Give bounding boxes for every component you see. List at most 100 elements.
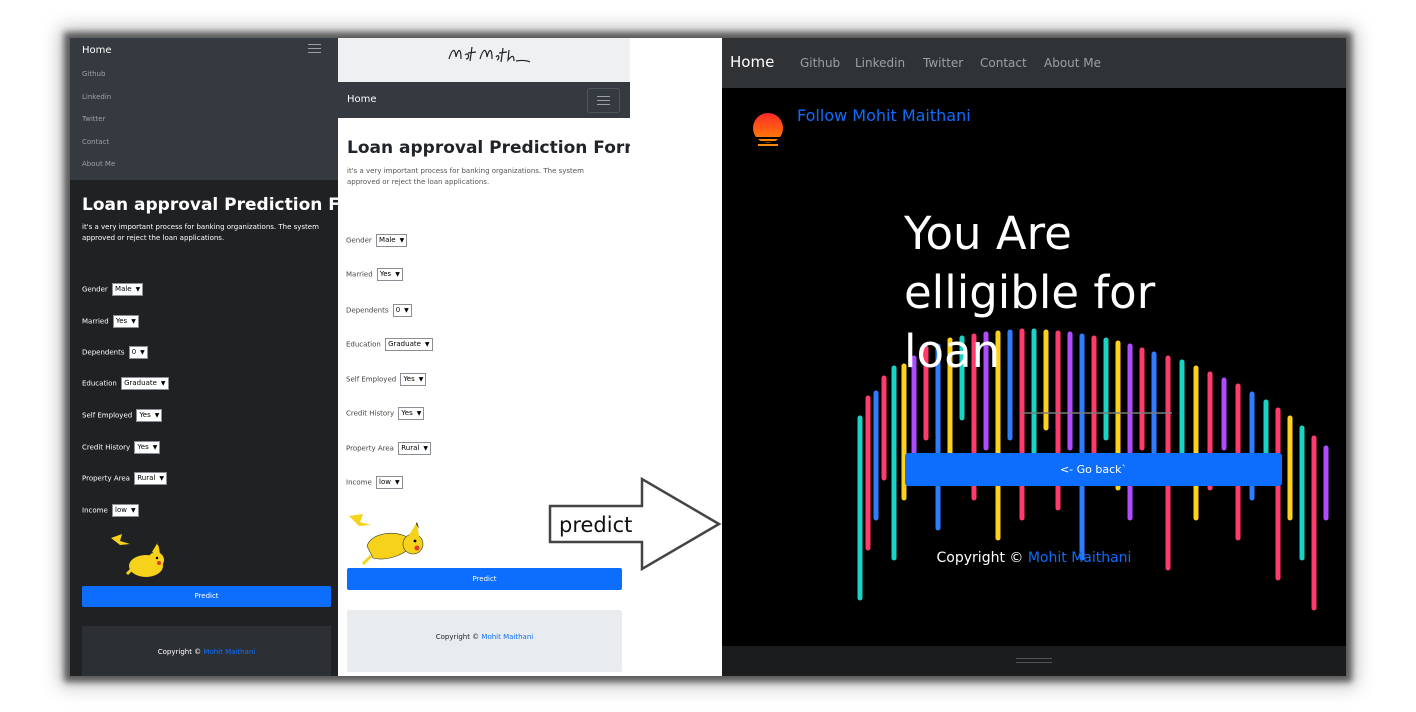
nav-home-link[interactable]: Home: [730, 53, 774, 71]
result-line-3: loan: [904, 325, 1001, 378]
chevron-down-icon: ▼: [423, 445, 428, 452]
signature-logo: [448, 46, 531, 63]
education-label: Education: [82, 379, 117, 388]
dependents-label: Dependents: [346, 306, 389, 315]
income-field: Income low ▼: [82, 504, 139, 517]
predict-arrow: predict: [548, 476, 722, 572]
nav-home-link[interactable]: Home: [82, 45, 112, 56]
chevron-down-icon: ▼: [140, 349, 145, 356]
property-area-label: Property Area: [346, 444, 394, 453]
income-select[interactable]: low ▼: [376, 476, 403, 489]
nav-item-twitter[interactable]: Twitter: [923, 56, 963, 70]
income-label: Income: [82, 506, 108, 515]
married-select[interactable]: Yes ▼: [376, 268, 403, 281]
nav-item-github[interactable]: Github: [800, 56, 840, 70]
income-select[interactable]: low ▼: [112, 504, 139, 517]
dependents-field: Dependents 0 ▼: [82, 346, 148, 359]
married-select[interactable]: Yes ▼: [112, 315, 139, 328]
drag-handle-icon: [1016, 658, 1052, 659]
form-title: Loan approval Prediction Form: [82, 195, 377, 215]
dependents-select[interactable]: 0 ▼: [128, 346, 148, 359]
self-employed-label: Self Employed: [346, 375, 397, 384]
follow-link[interactable]: Follow Mohit Maithani: [797, 106, 971, 125]
copyright-text: Copyright © Mohit Maithani: [936, 550, 1132, 566]
nav-item-contact[interactable]: Contact: [980, 56, 1027, 70]
nav-home-link[interactable]: Home: [347, 94, 377, 105]
navbar-collapsed: Home: [338, 82, 630, 118]
chevron-down-icon: ▼: [130, 507, 136, 514]
property-area-select[interactable]: Rural ▼: [398, 442, 431, 455]
chevron-down-icon: ▼: [394, 479, 400, 486]
go-back-button[interactable]: <- Go back`: [905, 453, 1282, 486]
chevron-down-icon: ▼: [418, 376, 424, 383]
dependents-select[interactable]: 0 ▼: [392, 304, 412, 317]
footer: Copyright © Mohit Maithani: [82, 626, 331, 676]
chevron-down-icon: ▼: [152, 444, 158, 451]
gender-label: Gender: [346, 236, 372, 245]
self-employed-select[interactable]: Yes ▼: [400, 373, 427, 386]
property-area-field: Property Area Rural ▼: [346, 442, 431, 455]
gender-label: Gender: [82, 285, 108, 294]
nav-item-github[interactable]: Github: [82, 70, 105, 78]
copyright-text: Copyright © Mohit Maithani: [157, 648, 256, 656]
credit-history-label: Credit History: [82, 443, 131, 452]
married-label: Married: [82, 317, 109, 326]
credit-history-label: Credit History: [346, 409, 395, 418]
result-panel: Home Github Linkedin Twitter Contact Abo…: [722, 38, 1346, 676]
chevron-down-icon: ▼: [395, 271, 400, 278]
navbar-expanded: Home Github Linkedin Twitter Contact Abo…: [70, 38, 338, 180]
self-employed-label: Self Employed: [82, 411, 133, 420]
signature-header: [338, 38, 630, 82]
hamburger-icon[interactable]: [308, 44, 321, 54]
married-field: Married Yes ▼: [346, 268, 403, 281]
footer: Copyright © Mohit Maithani: [347, 610, 622, 672]
predict-button[interactable]: Predict: [82, 586, 331, 607]
self-employed-field: Self Employed Yes ▼: [82, 409, 163, 422]
married-label: Married: [346, 270, 373, 279]
chevron-down-icon: ▼: [159, 475, 164, 482]
self-employed-select[interactable]: Yes ▼: [136, 409, 163, 422]
education-label: Education: [346, 340, 381, 349]
chevron-down-icon: ▼: [424, 341, 430, 348]
bottom-bar: [722, 646, 1346, 676]
hamburger-icon[interactable]: [587, 88, 620, 113]
married-field: Married Yes ▼: [82, 315, 139, 328]
dark-form-panel: Home Github Linkedin Twitter Contact Abo…: [70, 38, 377, 676]
chevron-down-icon: ▼: [135, 286, 141, 293]
arrow-label: predict: [559, 513, 632, 537]
form-title: Loan approval Prediction Form: [347, 138, 642, 158]
nav-item-about-me[interactable]: About Me: [1044, 56, 1101, 70]
pikachu-image: [111, 534, 164, 577]
credit-history-field: Credit History Yes ▼: [346, 407, 425, 420]
pikachu-image: [349, 514, 424, 566]
screenshot-collage: Home Github Linkedin Twitter Contact Abo…: [70, 38, 1346, 676]
property-area-select[interactable]: Rural ▼: [134, 472, 167, 485]
credit-history-select[interactable]: Yes ▼: [134, 441, 161, 454]
result-headline: You Are elligible for loan: [904, 204, 1304, 381]
nav-item-linkedin[interactable]: Linkedin: [855, 56, 905, 70]
dependents-label: Dependents: [82, 348, 125, 357]
dependents-field: Dependents 0 ▼: [346, 304, 412, 317]
gender-select[interactable]: Male ▼: [376, 234, 408, 247]
nav-item-contact[interactable]: Contact: [82, 138, 109, 146]
self-employed-field: Self Employed Yes ▼: [346, 373, 427, 386]
gender-field: Gender Male ▼: [82, 283, 144, 296]
result-line-1: You Are: [904, 207, 1072, 260]
nav-item-linkedin[interactable]: Linkedin: [82, 93, 111, 101]
navbar: Home Github Linkedin Twitter Contact Abo…: [722, 38, 1346, 88]
gender-field: Gender Male ▼: [346, 234, 408, 247]
chevron-down-icon: ▼: [131, 318, 136, 325]
author-link[interactable]: Mohit Maithani: [481, 633, 533, 641]
income-field: Income low ▼: [346, 476, 403, 489]
education-field: Education Graduate ▼: [82, 377, 169, 390]
education-select[interactable]: Graduate ▼: [121, 377, 169, 390]
author-link[interactable]: Mohit Maithani: [203, 648, 255, 656]
education-select[interactable]: Graduate ▼: [385, 338, 433, 351]
author-link[interactable]: Mohit Maithani: [1028, 550, 1132, 566]
gender-select[interactable]: Male ▼: [112, 283, 144, 296]
nav-item-twitter[interactable]: Twitter: [82, 115, 105, 123]
credit-history-select[interactable]: Yes ▼: [398, 407, 425, 420]
credit-history-field: Credit History Yes ▼: [82, 441, 161, 454]
drag-handle-icon: [1016, 662, 1052, 663]
nav-item-about-me[interactable]: About Me: [82, 160, 115, 168]
